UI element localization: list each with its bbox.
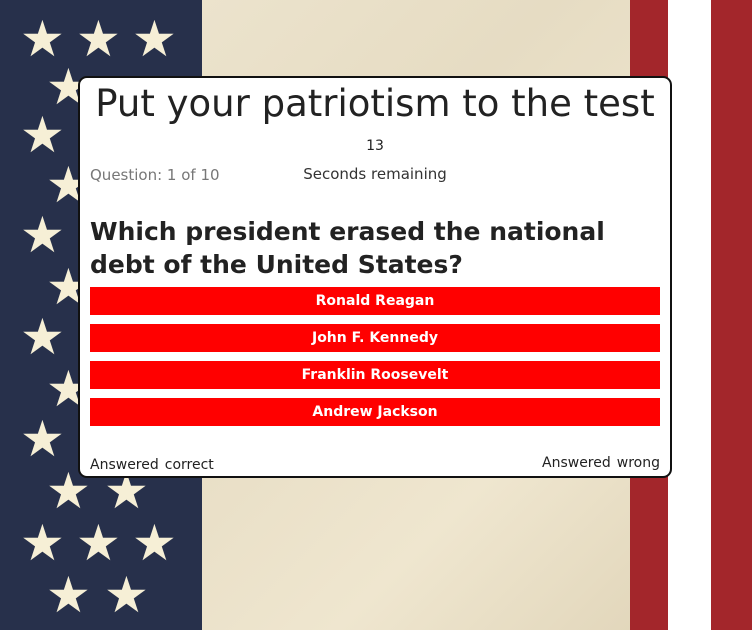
question-text: Which president erased the national debt…	[90, 217, 605, 279]
star-icon: ★	[20, 308, 65, 366]
answered-wrong-label: Answered	[542, 455, 611, 471]
quiz-card: Put your patriotism to the test 13 Quest…	[78, 76, 672, 478]
page-title: Put your patriotism to the test	[95, 82, 655, 125]
answer-button[interactable]: Ronald Reagan	[90, 287, 660, 315]
timer-count: 13	[366, 138, 384, 154]
wrong-label: wrong	[616, 455, 660, 471]
star-icon: ★	[104, 566, 149, 624]
star-icon: ★	[20, 106, 65, 164]
answered-wrong-tally: Answered wrong	[542, 455, 660, 471]
answered-correct-label: Answered	[90, 457, 159, 473]
flag-red-stripe	[711, 0, 752, 630]
star-icon: ★	[132, 514, 177, 572]
star-icon: ★	[20, 10, 65, 68]
correct-label: correct	[164, 457, 214, 473]
answer-list: Ronald Reagan John F. Kennedy Franklin R…	[90, 287, 660, 435]
flag-white-stripe	[668, 0, 711, 630]
star-icon: ★	[20, 410, 65, 468]
star-icon: ★	[132, 10, 177, 68]
star-icon: ★	[20, 514, 65, 572]
star-icon: ★	[76, 10, 121, 68]
answer-button[interactable]: Franklin Roosevelt	[90, 361, 660, 389]
timer-label: Seconds remaining	[303, 165, 447, 183]
answer-button[interactable]: Andrew Jackson	[90, 398, 660, 426]
star-icon: ★	[20, 206, 65, 264]
star-icon: ★	[76, 514, 121, 572]
star-icon: ★	[46, 566, 91, 624]
answered-correct-tally: Answered correct	[90, 457, 214, 473]
answer-button[interactable]: John F. Kennedy	[90, 324, 660, 352]
